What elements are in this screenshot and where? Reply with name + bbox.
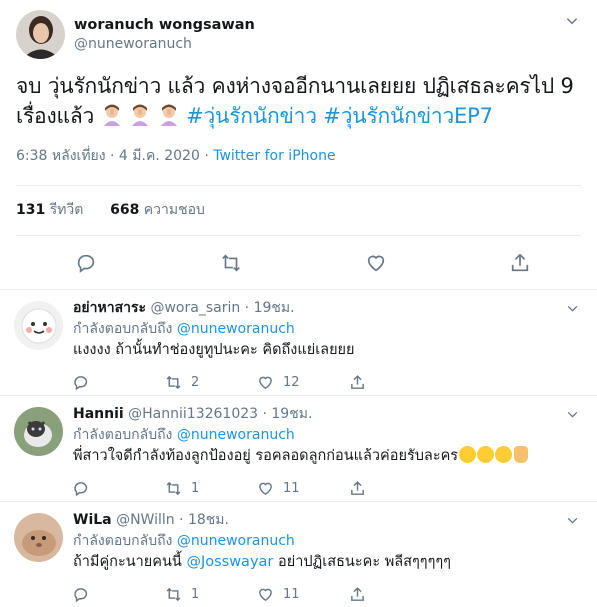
facepalm-emoji-icons: [101, 104, 186, 128]
facepalm-emoji-icon: [160, 104, 177, 126]
reply-handle[interactable]: @Hannii13261023: [128, 406, 258, 422]
facepalm-emoji-icon: [103, 104, 120, 126]
display-name[interactable]: woranuch wongsawan: [74, 16, 255, 35]
reply-tweet[interactable]: WiLa @NWilln · 18ชม. กำลังตอบกลับถึง @nu…: [0, 501, 597, 607]
reply-icon[interactable]: [73, 480, 90, 497]
reply-header: อย่าหาสาระ @wora_sarin · 19ชม.: [73, 299, 581, 318]
reply-tweet[interactable]: อย่าหาสาระ @wora_sarin · 19ชม. กำลังตอบก…: [0, 289, 597, 395]
reply-time[interactable]: · 19ชม.: [245, 300, 295, 316]
reply-text-body: พี่สาวใจดีกำลังท้องลูกป้องอยู่ รอคลอดลูก…: [73, 448, 459, 464]
reply-header: Hannii @Hannii13261023 · 19ชม.: [73, 405, 581, 424]
reply-display-name[interactable]: Hannii: [73, 406, 124, 422]
like-count: 11: [283, 586, 300, 602]
reply-icon[interactable]: [73, 374, 90, 391]
chevron-down-icon[interactable]: [566, 408, 579, 421]
retweet-icon[interactable]: [165, 374, 182, 391]
avatar[interactable]: [16, 10, 65, 59]
tweet-text: จบ วุ่นรักนักข่าว แล้ว คงห่างจออีกนานเลย…: [16, 71, 581, 131]
tears-of-joy-emoji-icon: [495, 446, 513, 463]
mention-link[interactable]: @Josswayar: [186, 554, 273, 570]
avatar[interactable]: [14, 407, 63, 456]
tweet-time[interactable]: 6:38 หลังเที่ยง · 4 มี.ค. 2020 ·: [16, 148, 209, 164]
reply-text-before: ถ้ามีคู่กะนายคนนี้: [73, 554, 182, 570]
reply-display-name[interactable]: WiLa: [73, 512, 112, 528]
retweet-icon[interactable]: [220, 252, 242, 274]
retweet-count: 2: [191, 374, 200, 390]
likes-label[interactable]: ความชอบ: [144, 202, 205, 218]
like-count: 12: [283, 374, 300, 390]
avatar[interactable]: [14, 301, 63, 350]
reply-header: WiLa @NWilln · 18ชม.: [73, 511, 581, 530]
tears-of-joy-emoji-icon: [459, 446, 477, 463]
facepalm-emoji-icon: [132, 104, 149, 126]
hashtag-link[interactable]: #วุ่นรักนักข่าว: [186, 104, 317, 128]
mention-link[interactable]: @nuneworanuch: [177, 321, 295, 337]
tweet-actions: [16, 235, 581, 289]
replying-to: กำลังตอบกลับถึง @nuneworanuch: [73, 424, 581, 446]
reply-icon[interactable]: [76, 252, 98, 274]
reply-text: พี่สาวใจดีกำลังท้องลูกป้องอยู่ รอคลอดลูก…: [73, 446, 581, 466]
tweet-client[interactable]: Twitter for iPhone: [213, 148, 335, 164]
tweet-meta: 6:38 หลังเที่ยง · 4 มี.ค. 2020 · Twitter…: [16, 145, 581, 167]
likes-count[interactable]: 668: [110, 202, 139, 218]
replying-to: กำลังตอบกลับถึง @nuneworanuch: [73, 530, 581, 552]
reply-handle[interactable]: @NWilln: [116, 512, 175, 528]
replying-label: กำลังตอบกลับถึง: [73, 427, 173, 443]
rock-hand-emoji-icon: [514, 446, 529, 463]
retweets-count[interactable]: 131: [16, 202, 45, 218]
retweet-count: 1: [191, 586, 200, 602]
replying-label: กำลังตอบกลับถึง: [73, 321, 173, 337]
chevron-down-icon[interactable]: [566, 514, 579, 527]
chevron-down-icon[interactable]: [565, 14, 579, 28]
retweet-icon[interactable]: [165, 480, 182, 497]
retweets-label[interactable]: รีทวีต: [50, 202, 84, 218]
hashtag-link[interactable]: #วุ่นรักนักข่าวEP7: [323, 104, 493, 128]
reply-time[interactable]: · 18ชม.: [179, 512, 229, 528]
handle[interactable]: @nuneworanuch: [74, 35, 255, 54]
reply-time[interactable]: · 19ชม.: [263, 406, 313, 422]
mention-link[interactable]: @nuneworanuch: [177, 533, 295, 549]
heart-icon[interactable]: [257, 480, 274, 497]
like-count: 11: [283, 480, 300, 496]
mention-link[interactable]: @nuneworanuch: [177, 427, 295, 443]
retweet-count: 1: [191, 480, 200, 496]
reply-actions: 1 11: [73, 475, 581, 501]
replying-to: กำลังตอบกลับถึง @nuneworanuch: [73, 318, 581, 340]
main-tweet: woranuch wongsawan @nuneworanuch จบ วุ่น…: [0, 0, 597, 289]
replying-label: กำลังตอบกลับถึง: [73, 533, 173, 549]
heart-icon[interactable]: [257, 374, 274, 391]
reply-actions: 2 12: [73, 369, 581, 395]
avatar[interactable]: [14, 513, 63, 562]
heart-icon[interactable]: [365, 252, 387, 274]
reply-text: แงงงง ถ้านั้นทำช่องยูทูปนะคะ คิดถึงแย่เล…: [73, 342, 355, 358]
share-icon[interactable]: [349, 480, 366, 497]
tweet-stats: 131 รีทวีต 668 ความชอบ: [16, 185, 581, 235]
share-icon[interactable]: [349, 374, 366, 391]
reply-text: ถ้ามีคู่กะนายคนนี้ @Josswayar อย่าปฏิเสธ…: [73, 552, 581, 572]
reply-handle[interactable]: @wora_sarin: [150, 300, 240, 316]
reply-tweet[interactable]: Hannii @Hannii13261023 · 19ชม. กำลังตอบก…: [0, 395, 597, 501]
chevron-down-icon[interactable]: [566, 302, 579, 315]
reply-text-after: อย่าปฏิเสธนะคะ พลีสๆๆๆๆๆ: [277, 554, 451, 570]
reply-actions: 1 11: [73, 581, 581, 607]
share-icon[interactable]: [509, 252, 531, 274]
reply-display-name[interactable]: อย่าหาสาระ: [73, 300, 146, 316]
tears-of-joy-emoji-icon: [477, 446, 495, 463]
tweet-header: woranuch wongsawan @nuneworanuch: [16, 10, 581, 59]
